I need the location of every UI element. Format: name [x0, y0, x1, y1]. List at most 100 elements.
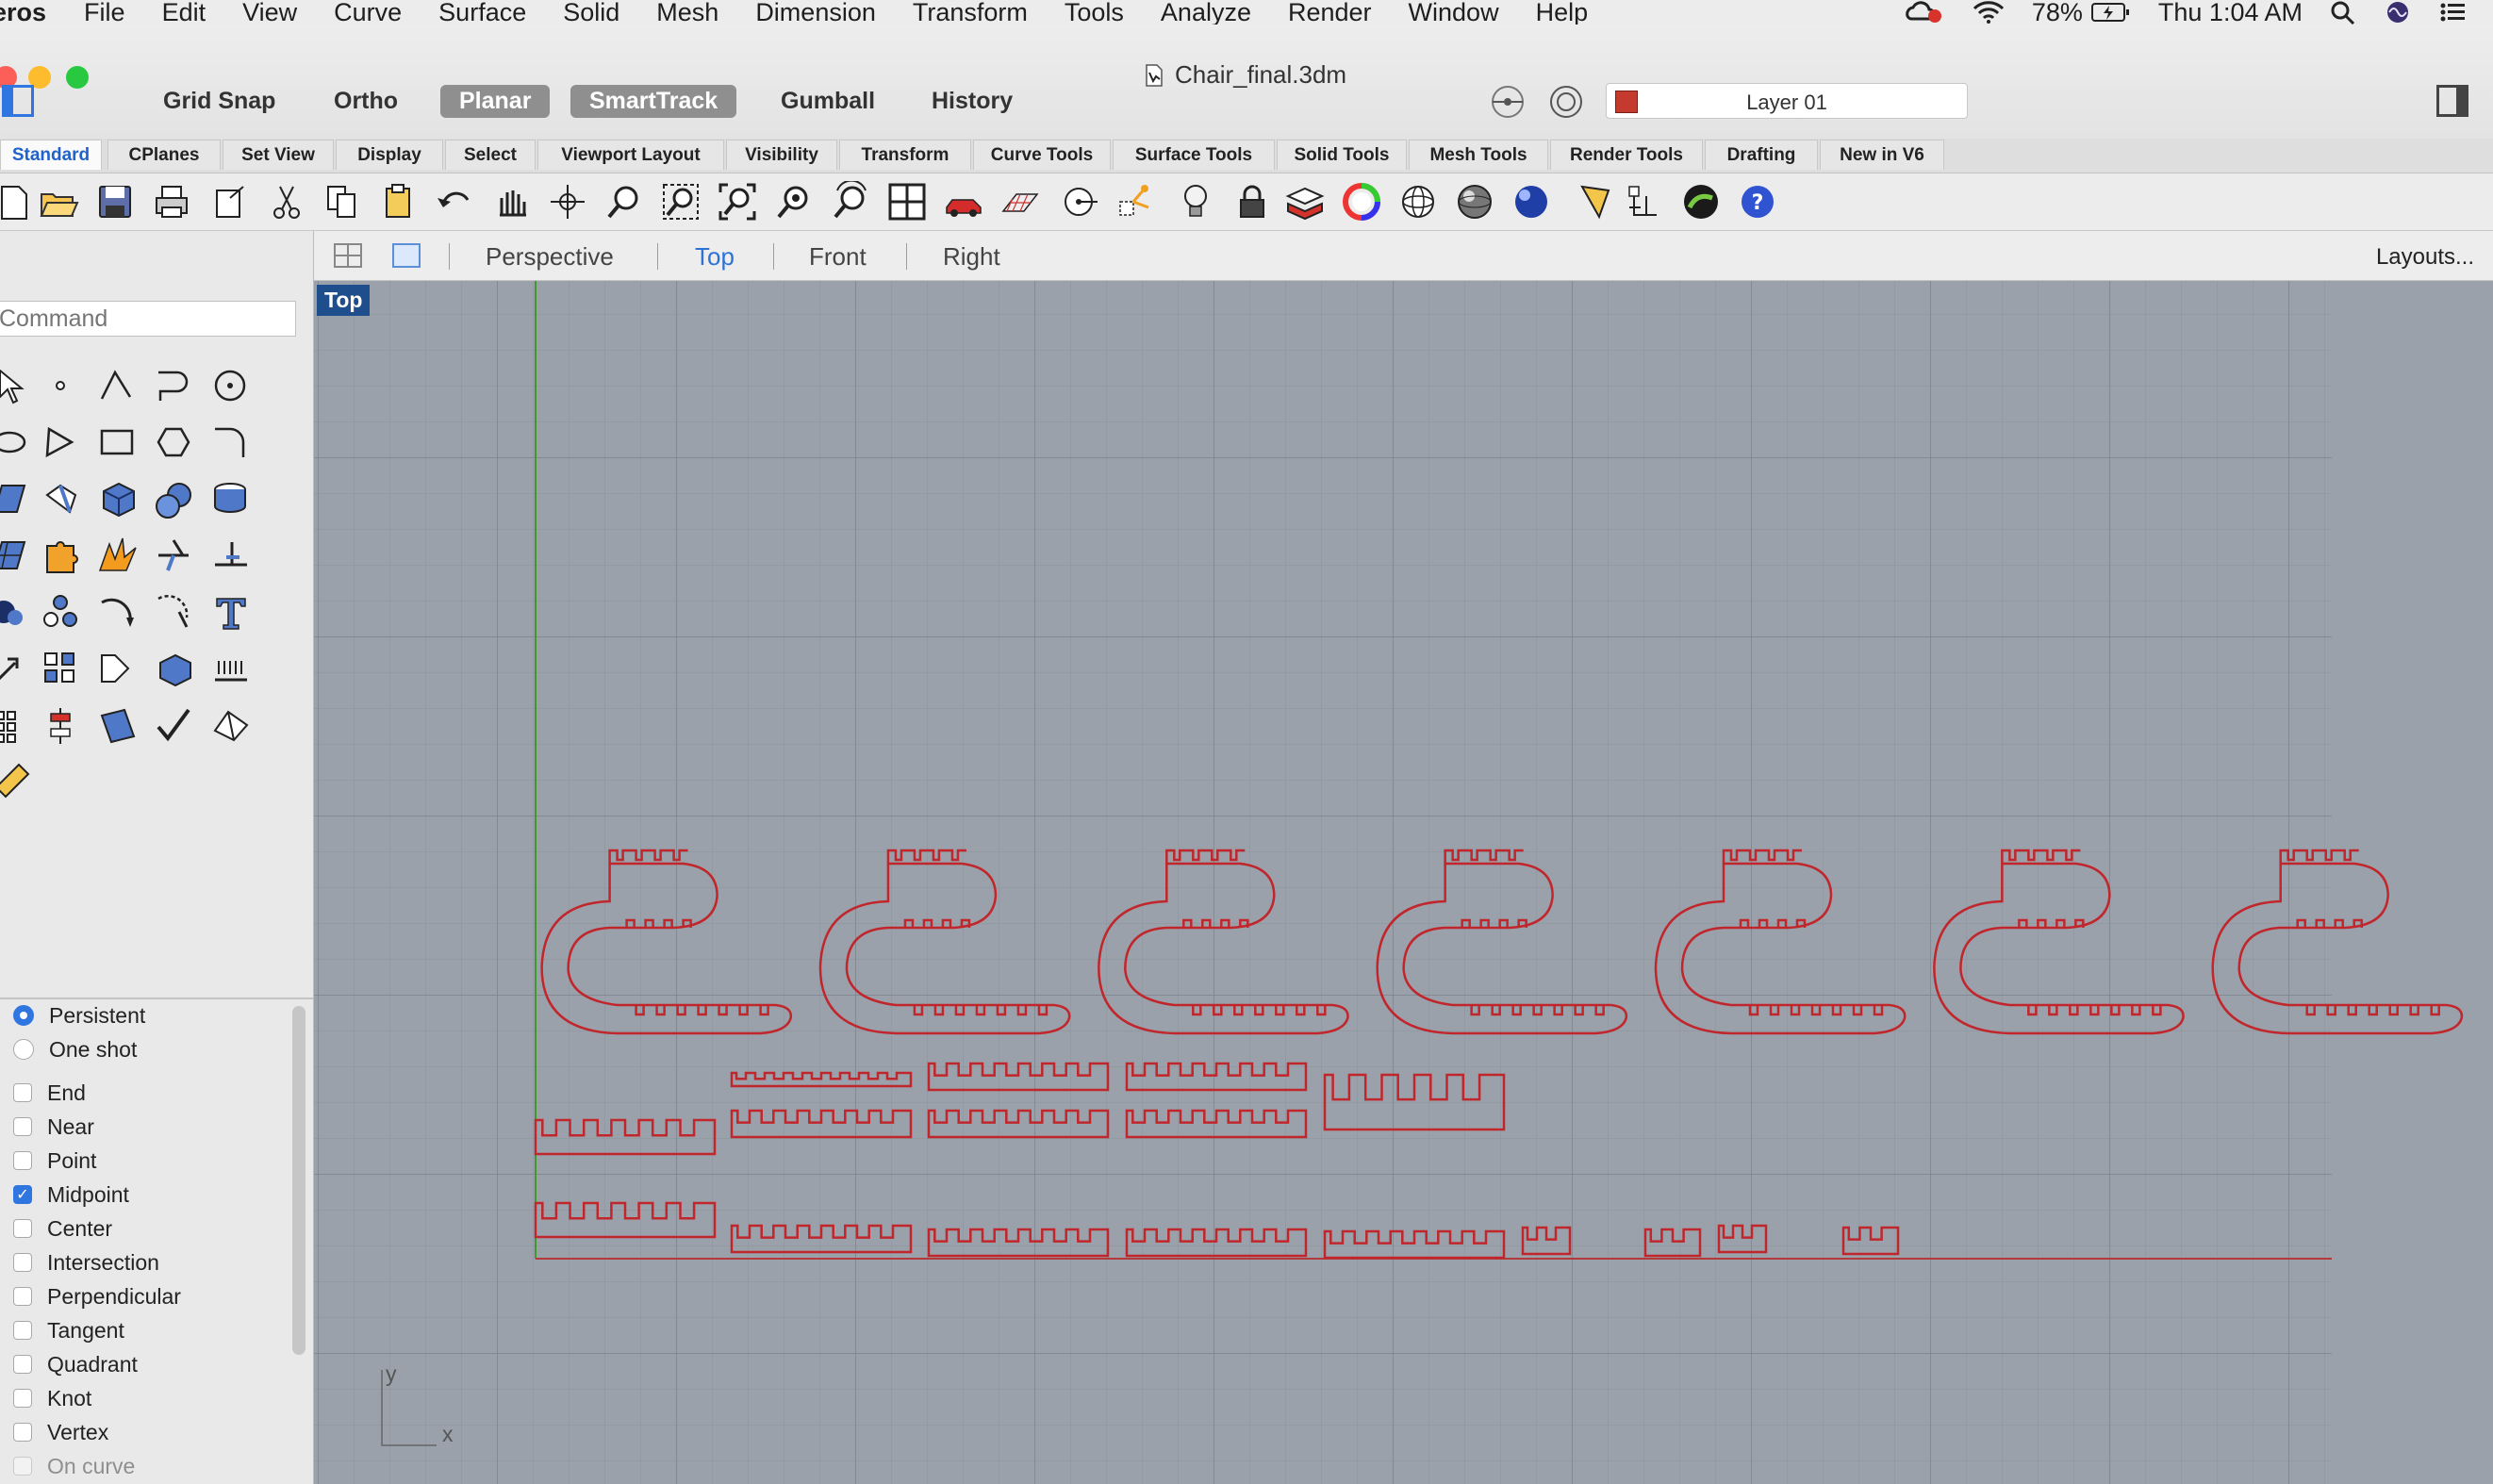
osnap-checkbox[interactable]: [13, 1151, 32, 1170]
print-icon[interactable]: [151, 181, 192, 223]
osnap-item[interactable]: Center: [13, 1214, 112, 1243]
tab-transform[interactable]: Transform: [839, 140, 971, 170]
tab-mesh-tools[interactable]: Mesh Tools: [1409, 140, 1548, 170]
offset-icon[interactable]: [94, 646, 141, 693]
grid-snap-toggle[interactable]: Grid Snap: [144, 85, 294, 118]
osnap-item[interactable]: Near: [13, 1113, 94, 1141]
tab-visibility[interactable]: Visibility: [726, 140, 837, 170]
osnap-checkbox[interactable]: [13, 1287, 32, 1306]
hatch-icon[interactable]: [207, 646, 255, 693]
rendered-sphere-icon[interactable]: [1511, 181, 1552, 223]
wifi-icon[interactable]: [1972, 1, 2006, 24]
four-view-layout-icon[interactable]: [333, 242, 363, 269]
tab-surface-tools[interactable]: Surface Tools: [1113, 140, 1275, 170]
check-icon[interactable]: [151, 702, 198, 750]
battery-icon[interactable]: [2090, 1, 2132, 24]
menu-dimension[interactable]: Dimension: [755, 0, 876, 25]
undo-icon[interactable]: [434, 181, 475, 223]
new-file-icon[interactable]: [0, 181, 34, 223]
menu-surface[interactable]: Surface: [438, 0, 526, 25]
cut-icon[interactable]: [266, 181, 307, 223]
filter-icon[interactable]: [1488, 83, 1527, 121]
viewport-tab-right[interactable]: Right: [943, 242, 1000, 272]
export-icon[interactable]: [209, 181, 251, 223]
rotate-view-icon[interactable]: [547, 181, 588, 223]
osnap-checkbox[interactable]: [13, 1355, 32, 1374]
box-icon[interactable]: [94, 476, 141, 523]
zoom-window-icon[interactable]: [660, 181, 702, 223]
layouts-button[interactable]: Layouts...: [2376, 244, 2474, 271]
four-viewports-icon[interactable]: [886, 181, 928, 223]
sidebar-toggle-button[interactable]: [2, 85, 34, 117]
ellipse-icon[interactable]: [0, 420, 34, 467]
group-icon[interactable]: [0, 589, 34, 636]
split-icon[interactable]: [207, 533, 255, 580]
rectangle-icon[interactable]: [94, 420, 141, 467]
creative-cloud-icon[interactable]: [1904, 1, 1945, 24]
gumball-toggle[interactable]: Gumball: [762, 85, 894, 118]
mesh-icon[interactable]: [0, 533, 34, 580]
layers-icon[interactable]: [1284, 181, 1326, 223]
menu-mesh[interactable]: Mesh: [656, 0, 718, 25]
tab-set-view[interactable]: Set View: [223, 140, 334, 170]
viewport-tab-top[interactable]: Top: [695, 242, 735, 272]
osnap-item[interactable]: Intersection: [13, 1248, 159, 1277]
osnap-item[interactable]: Quadrant: [13, 1350, 138, 1378]
tab-render-tools[interactable]: Render Tools: [1550, 140, 1703, 170]
extrude-icon[interactable]: [151, 646, 198, 693]
osnap-item[interactable]: End: [13, 1079, 86, 1107]
cplane-grid-icon[interactable]: [999, 181, 1041, 223]
osnap-one-shot-radio[interactable]: [13, 1039, 34, 1060]
gumball-tools-icon[interactable]: [1116, 181, 1158, 223]
single-view-layout-icon[interactable]: [391, 242, 421, 269]
current-layer-selector[interactable]: Layer 01: [1606, 83, 1968, 119]
shaded-sphere-icon[interactable]: [1454, 181, 1495, 223]
siri-icon[interactable]: [2384, 0, 2412, 25]
tab-new-in-v6[interactable]: New in V6: [1820, 140, 1944, 170]
unroll-icon[interactable]: [94, 702, 141, 750]
circle-icon[interactable]: [207, 363, 255, 410]
osnap-checkbox[interactable]: [13, 1389, 32, 1408]
osnap-item[interactable]: Tangent: [13, 1316, 124, 1344]
menu-solid[interactable]: Solid: [563, 0, 619, 25]
named-views-icon[interactable]: [943, 181, 984, 223]
menu-view[interactable]: View: [242, 0, 297, 25]
osnap-checkbox[interactable]: [13, 1083, 32, 1102]
osnap-persistent-radio[interactable]: [13, 1005, 34, 1026]
osnap-checkbox[interactable]: [13, 1219, 32, 1238]
menu-analyze[interactable]: Analyze: [1161, 0, 1251, 25]
viewport-tab-front[interactable]: Front: [809, 242, 867, 272]
light-bulb-icon[interactable]: [1175, 181, 1216, 223]
block-icon[interactable]: [38, 589, 85, 636]
trim-icon[interactable]: [151, 533, 198, 580]
zoom-dynamic-icon[interactable]: [603, 181, 645, 223]
osnap-item[interactable]: Point: [13, 1146, 96, 1175]
osnap-checkbox[interactable]: [13, 1457, 32, 1476]
tab-curve-tools[interactable]: Curve Tools: [973, 140, 1111, 170]
spotlight-search-icon[interactable]: [2329, 0, 2357, 25]
osnap-item[interactable]: Vertex: [13, 1418, 108, 1446]
surface-icon[interactable]: [0, 476, 34, 523]
help-icon[interactable]: ?: [1737, 181, 1778, 223]
menu-file[interactable]: File: [84, 0, 125, 25]
copy-icon[interactable]: [321, 181, 362, 223]
zoom-selected-icon[interactable]: [773, 181, 815, 223]
osnap-checkbox[interactable]: [13, 1423, 32, 1442]
orient-icon[interactable]: [151, 589, 198, 636]
select-arrow-icon[interactable]: [0, 363, 34, 410]
osnap-checkbox[interactable]: ✓: [13, 1185, 32, 1204]
osnap-persistent-option[interactable]: Persistent: [13, 1001, 145, 1030]
ortho-toggle[interactable]: Ortho: [315, 85, 417, 118]
select-filter-icon[interactable]: [1577, 181, 1618, 223]
viewport-label[interactable]: Top: [317, 285, 371, 316]
menu-render[interactable]: Render: [1288, 0, 1372, 25]
tab-cplanes[interactable]: CPlanes: [107, 140, 221, 170]
tab-viewport-layout[interactable]: Viewport Layout: [537, 140, 724, 170]
tab-select[interactable]: Select: [445, 140, 536, 170]
polygon-icon[interactable]: [151, 420, 198, 467]
app-menu[interactable]: eros: [0, 0, 46, 25]
menu-help[interactable]: Help: [1536, 0, 1589, 25]
sphere-tools-icon[interactable]: [151, 476, 198, 523]
smarttrack-toggle[interactable]: SmartTrack: [570, 85, 737, 118]
history-toggle[interactable]: History: [913, 85, 1032, 118]
